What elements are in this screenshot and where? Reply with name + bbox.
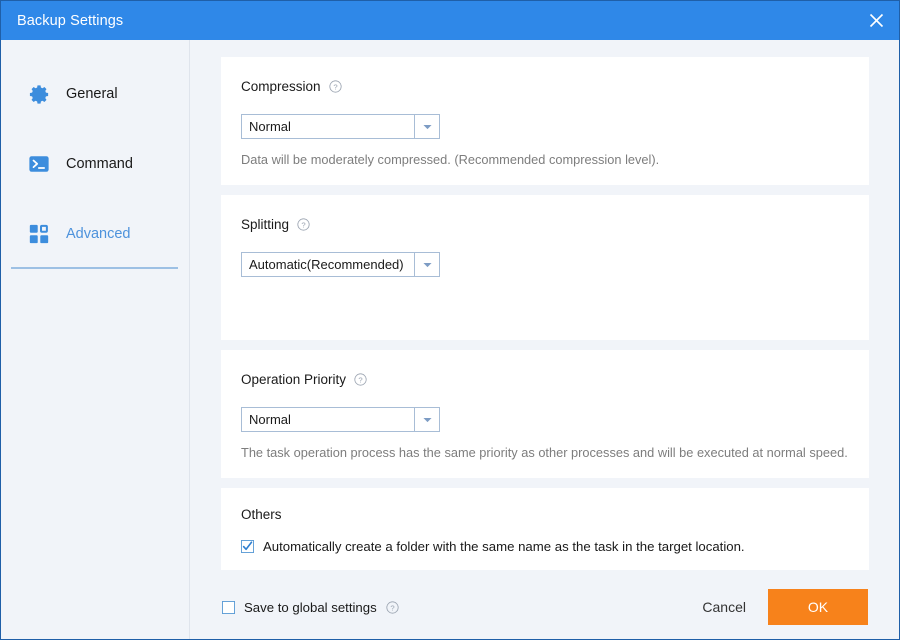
- compression-card: Compression ? Normal Data will be modera…: [221, 57, 869, 185]
- help-circle-icon[interactable]: ?: [354, 373, 367, 386]
- sidebar-item-label: Advanced: [66, 226, 131, 242]
- gear-icon: [26, 81, 52, 107]
- main-content: Compression ? Normal Data will be modera…: [190, 40, 899, 639]
- footer-actions: Cancel OK: [680, 589, 868, 625]
- chevron-down-icon[interactable]: [414, 115, 439, 138]
- operation-priority-title-row: Operation Priority ?: [241, 372, 849, 387]
- window-body: General Command Advanced Compression ? N…: [1, 40, 899, 639]
- dialog-footer: Save to global settings ? Cancel OK: [191, 575, 899, 639]
- close-icon: [868, 12, 885, 29]
- others-title-row: Others: [241, 507, 849, 522]
- checkbox-unchecked-icon[interactable]: [222, 600, 235, 614]
- close-button[interactable]: [853, 1, 899, 40]
- svg-text:?: ?: [390, 603, 394, 612]
- save-global-settings-row[interactable]: Save to global settings ?: [222, 600, 399, 615]
- sidebar-item-command[interactable]: Command: [1, 129, 189, 199]
- splitting-select[interactable]: Automatic(Recommended): [241, 252, 440, 277]
- operation-priority-select-value: Normal: [249, 412, 291, 427]
- operation-priority-card: Operation Priority ? Normal The task ope…: [221, 350, 869, 478]
- svg-text:?: ?: [333, 82, 337, 91]
- splitting-label: Splitting: [241, 217, 290, 232]
- compression-select[interactable]: Normal: [241, 114, 440, 139]
- checkbox-checked-icon[interactable]: [241, 540, 254, 553]
- save-global-settings-label: Save to global settings: [244, 599, 377, 615]
- compression-title-row: Compression ?: [241, 79, 849, 94]
- splitting-select-value: Automatic(Recommended): [249, 257, 404, 272]
- sidebar-item-label: General: [66, 86, 118, 102]
- sidebar-item-general[interactable]: General: [1, 59, 189, 129]
- svg-text:?: ?: [358, 375, 362, 384]
- others-label: Others: [241, 507, 282, 522]
- auto-create-folder-label: Automatically create a folder with the s…: [263, 539, 745, 554]
- operation-priority-label: Operation Priority: [241, 372, 347, 387]
- terminal-icon: [26, 151, 52, 177]
- splitting-title-row: Splitting ?: [241, 217, 849, 232]
- operation-priority-hint: The task operation process has the same …: [241, 445, 848, 460]
- chevron-down-icon[interactable]: [414, 253, 439, 276]
- others-card: Others Automatically create a folder wit…: [221, 488, 869, 570]
- ok-button[interactable]: OK: [768, 589, 868, 625]
- cancel-button[interactable]: Cancel: [680, 599, 768, 615]
- operation-priority-select[interactable]: Normal: [241, 407, 440, 432]
- sidebar: General Command Advanced: [1, 40, 190, 639]
- sidebar-item-label: Command: [66, 156, 133, 172]
- help-circle-icon[interactable]: ?: [386, 600, 399, 614]
- splitting-card: Splitting ? Automatic(Recommended): [221, 195, 869, 340]
- window-title: Backup Settings: [17, 12, 124, 29]
- grid-icon: [26, 221, 52, 247]
- backup-settings-window: Backup Settings General Command Advanced…: [0, 0, 900, 640]
- chevron-down-icon[interactable]: [414, 408, 439, 431]
- svg-text:?: ?: [301, 220, 305, 229]
- auto-create-folder-checkbox-row[interactable]: Automatically create a folder with the s…: [241, 539, 849, 554]
- sidebar-item-advanced[interactable]: Advanced: [1, 199, 189, 269]
- help-circle-icon[interactable]: ?: [297, 218, 310, 231]
- help-circle-icon[interactable]: ?: [328, 80, 342, 93]
- compression-hint: Data will be moderately compressed. (Rec…: [241, 152, 660, 167]
- compression-label: Compression: [241, 79, 321, 94]
- compression-select-value: Normal: [249, 119, 291, 134]
- title-bar: Backup Settings: [1, 1, 899, 40]
